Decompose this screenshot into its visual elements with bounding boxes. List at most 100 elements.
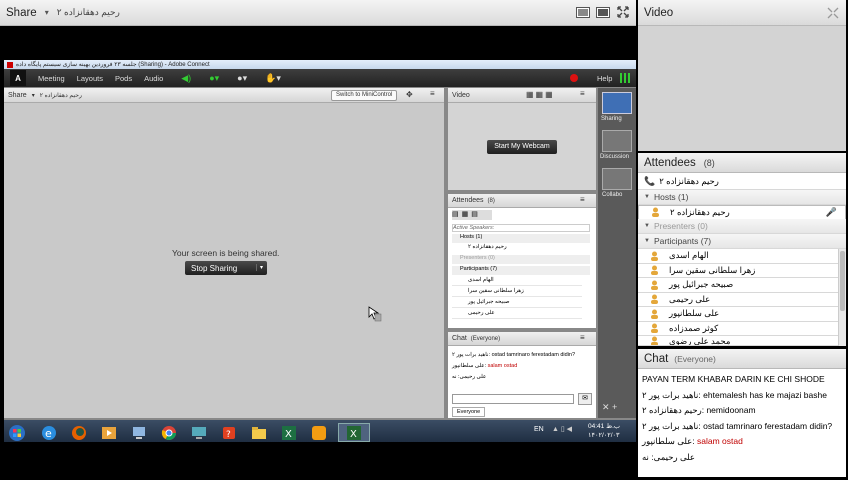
signal-bars-icon [620, 73, 630, 83]
participant-row[interactable]: الهام اسدی [638, 249, 846, 264]
display-icon[interactable] [188, 423, 210, 442]
participant-row[interactable]: علی رحیمی [638, 293, 846, 307]
inner-attendee-view-tabs[interactable]: ▤▦▤ [452, 210, 492, 220]
language-indicator[interactable]: EN [534, 426, 544, 433]
fullscreen-icon[interactable] [825, 6, 841, 20]
host-row[interactable]: رحیم دهقانزاده ۲ 🎤 [638, 205, 846, 220]
raise-hand-icon[interactable]: ✋▾ [265, 73, 281, 84]
menu-help[interactable]: Help [597, 74, 612, 83]
microphone-icon[interactable]: ●▾ [209, 73, 219, 84]
folder-icon[interactable] [248, 423, 270, 442]
chevron-down-icon[interactable]: ▾ [45, 8, 49, 17]
participant-row[interactable]: محمد علی رضوی [638, 336, 846, 346]
adobe-logo: A [10, 70, 26, 86]
attendees-pod-header: Attendees (8) [638, 153, 846, 173]
inner-chat-message: علی رحیمی: نه [452, 374, 487, 380]
clock-time[interactable]: 04:41 ب.ظ [588, 422, 620, 430]
inner-participants-header[interactable]: Participants (7) [452, 266, 590, 275]
mini-control-button[interactable]: Switch to MiniControl [331, 90, 398, 101]
user-icon [651, 336, 658, 345]
pod-menu-icon[interactable]: ≡ [580, 89, 585, 98]
user-icon [651, 323, 658, 334]
clock-date[interactable]: ۱۴۰۲/۰۲/۰۳ [588, 431, 620, 439]
recording-icon [570, 74, 578, 82]
chrome-icon[interactable] [158, 423, 180, 442]
inner-participant[interactable]: علی رحیمی [452, 310, 582, 319]
connect-taskbar-icon[interactable]: X [338, 423, 370, 442]
layout-strip: Sharing Discussion Collabo ✕ + [598, 88, 636, 418]
host-name: رحیم دهقانزاده ۲ [670, 206, 730, 217]
mouse-cursor-icon [368, 306, 382, 322]
participant-row[interactable]: صبیحه جبرائیل پور [638, 278, 846, 293]
pod-menu-icon[interactable]: ≡ [580, 333, 585, 342]
attendees-scrollbar[interactable] [838, 249, 846, 346]
app-icon[interactable]: ? [218, 423, 240, 442]
hosts-header[interactable]: ▼ Hosts (1) [638, 190, 846, 205]
start-icon[interactable] [6, 423, 28, 442]
fit-screen-icon[interactable] [595, 5, 611, 19]
chat-pod-title: Chat [644, 352, 669, 365]
inner-video-title: Video [452, 91, 470, 99]
participant-row[interactable]: علی سلطانپور [638, 307, 846, 322]
pod-menu-icon[interactable]: ≡ [580, 195, 585, 204]
send-icon[interactable]: ✉ [578, 393, 592, 405]
menu-audio[interactable]: Audio [144, 74, 163, 83]
inner-participant[interactable]: الهام اسدی [452, 277, 582, 286]
stop-sharing-button[interactable]: Stop Sharing ▾ [185, 261, 267, 275]
chat-scope: (Everyone) [674, 353, 716, 364]
inner-presenters-header[interactable]: Presenters (0) [452, 255, 590, 264]
presenters-header[interactable]: ▼ Presenters (0) [638, 219, 846, 234]
fit-width-icon[interactable] [575, 5, 591, 19]
participant-row[interactable]: زهرا سلطانی سقین سرا [638, 264, 846, 278]
firefox-icon[interactable] [68, 423, 90, 442]
inner-chat-scope: (Everyone) [470, 335, 501, 342]
inner-participant[interactable]: صبیحه جبرائیل پور [452, 299, 582, 308]
video-pod-header: Video [638, 0, 846, 26]
host-user-icon [652, 207, 659, 218]
inner-attendees-header: Attendees (8) ≡ [448, 194, 596, 208]
layout-collabo[interactable] [602, 168, 632, 190]
menu-meeting[interactable]: Meeting [38, 74, 65, 83]
inner-attendees-pod: Attendees (8) ≡ ▤▦▤ Active Speakers: Hos… [448, 194, 596, 328]
adobe-small-icon [7, 61, 13, 68]
svg-text:?: ? [226, 430, 231, 440]
ie-icon[interactable]: e [38, 423, 60, 442]
menu-pods[interactable]: Pods [115, 74, 132, 83]
chat-pod-header: Chat (Everyone) [638, 349, 846, 369]
chevron-down-icon[interactable]: ▾ [32, 92, 35, 99]
chevron-down-icon[interactable]: ▾ [255, 264, 263, 271]
speaker-icon[interactable]: ◀) [181, 73, 191, 84]
tray-icons: ▲ ▯ ◀ [552, 426, 573, 433]
inner-share-header: Share ▾ رحیم دهقانزاده ۲ Switch to MiniC… [4, 88, 444, 103]
chat-message: PAYAN TERM KHABAR DARIN KE CHI SHODE [642, 374, 825, 384]
browser-icon[interactable] [308, 423, 330, 442]
menu-layouts[interactable]: Layouts [77, 74, 103, 83]
layout-icons[interactable]: ▦▦▦ [526, 90, 555, 99]
layout-discussion[interactable] [602, 130, 632, 152]
inner-chat-input[interactable] [452, 394, 574, 404]
inner-video-header: Video ▦▦▦ ≡ [448, 88, 596, 103]
attendees-scrollbar-thumb[interactable] [840, 251, 845, 311]
pod-menu-icon[interactable]: ≡ [430, 89, 435, 98]
chat-message: رحیم دهقانزاده ۲: nemidoonam [642, 405, 756, 415]
svg-text:e: e [45, 427, 52, 440]
media-icon[interactable] [98, 423, 120, 442]
inner-chat-tab-everyone[interactable]: Everyone [452, 407, 486, 417]
excel-icon[interactable]: X [278, 423, 300, 442]
layout-sharing[interactable] [602, 92, 632, 114]
inner-participant[interactable]: زهرا سلطانی سقین سرا [452, 288, 582, 297]
fullscreen-icon[interactable] [615, 5, 631, 19]
webcam-icon[interactable]: ●▾ [237, 73, 247, 84]
inner-host-row[interactable]: رحیم دهقانزاده ۲ [452, 244, 582, 253]
start-webcam-button[interactable]: Start My Webcam [487, 140, 557, 154]
network-icon[interactable] [128, 423, 150, 442]
collapse-icon[interactable]: ✕ + [602, 402, 617, 413]
inner-share-pod: Share ▾ رحیم دهقانزاده ۲ Switch to MiniC… [4, 88, 444, 418]
participant-row[interactable]: کوثر صمدزاده [638, 322, 846, 336]
inner-hosts-header[interactable]: Hosts (1) [452, 234, 590, 243]
inner-attendees-count: (8) [487, 197, 495, 204]
fullscreen-icon[interactable]: ✥ [406, 90, 413, 99]
participants-header[interactable]: ▼ Participants (7) [638, 234, 846, 249]
host-mic-icon: 🎤 [825, 206, 837, 217]
speaker-row[interactable]: 📞 رحیم دهقانزاده ۲ [638, 173, 846, 190]
